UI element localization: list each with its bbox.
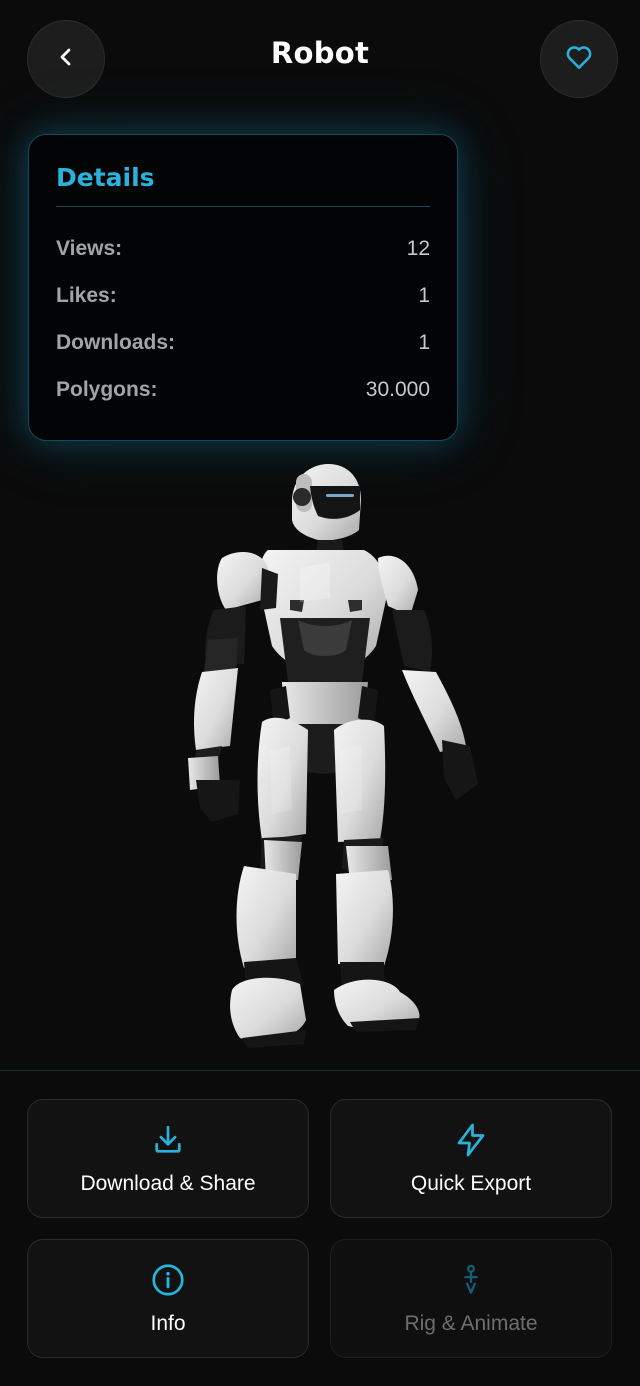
stat-value: 30.000 bbox=[365, 377, 430, 401]
details-card: Details Views: 12 Likes: 1 Downloads: 1 … bbox=[28, 134, 458, 441]
rig-animate-label: Rig & Animate bbox=[404, 1312, 538, 1335]
heart-icon bbox=[564, 42, 594, 77]
stat-value: 12 bbox=[406, 236, 430, 260]
stat-value: 1 bbox=[418, 283, 430, 307]
info-icon bbox=[150, 1262, 186, 1303]
model-viewer[interactable] bbox=[0, 450, 640, 1070]
download-share-label: Download & Share bbox=[80, 1172, 256, 1195]
stat-label: Likes: bbox=[56, 283, 117, 307]
quick-export-label: Quick Export bbox=[410, 1172, 532, 1195]
download-share-button[interactable]: Download & Share bbox=[27, 1099, 309, 1218]
stat-row-likes: Likes: 1 bbox=[56, 272, 430, 319]
stat-row-views: Views: 12 bbox=[56, 225, 430, 272]
bottom-divider bbox=[0, 1070, 640, 1071]
stat-row-downloads: Downloads: 1 bbox=[56, 319, 430, 366]
stat-value: 1 bbox=[418, 330, 430, 354]
download-icon bbox=[151, 1123, 185, 1162]
stat-label: Downloads: bbox=[56, 330, 175, 354]
robot-model bbox=[188, 464, 478, 1048]
details-heading: Details bbox=[56, 163, 155, 192]
rig-icon bbox=[454, 1263, 488, 1302]
lightning-icon bbox=[453, 1122, 489, 1163]
info-label: Info bbox=[150, 1312, 186, 1335]
favorite-button[interactable] bbox=[540, 20, 618, 98]
stat-label: Views: bbox=[56, 236, 123, 260]
stat-label: Polygons: bbox=[56, 377, 158, 401]
rig-animate-button[interactable]: Rig & Animate bbox=[330, 1239, 612, 1358]
details-divider bbox=[56, 206, 430, 207]
stat-row-polygons: Polygons: 30.000 bbox=[56, 366, 430, 413]
info-button[interactable]: Info bbox=[27, 1239, 309, 1358]
quick-export-button[interactable]: Quick Export bbox=[330, 1099, 612, 1218]
